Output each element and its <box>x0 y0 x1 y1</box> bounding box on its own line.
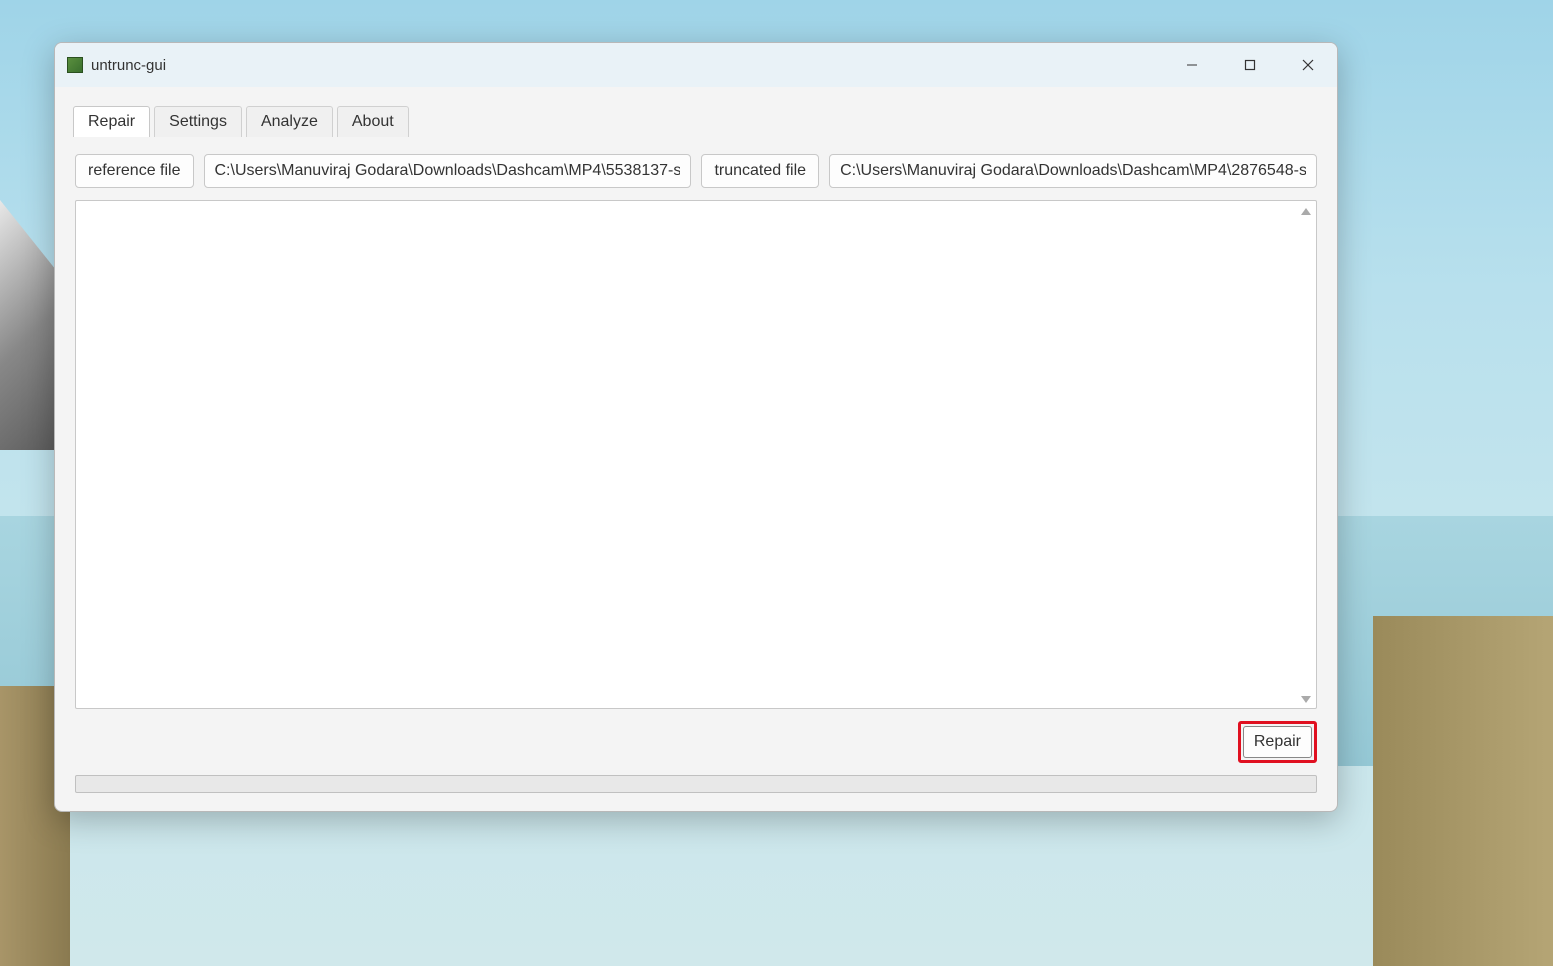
action-row: Repair <box>73 721 1319 763</box>
maximize-button[interactable] <box>1221 43 1279 87</box>
truncated-file-path[interactable] <box>829 154 1317 188</box>
window-title: untrunc-gui <box>91 57 166 74</box>
tab-analyze[interactable]: Analyze <box>246 106 333 137</box>
minimize-button[interactable] <box>1163 43 1221 87</box>
titlebar[interactable]: untrunc-gui <box>55 43 1337 87</box>
app-icon <box>67 57 83 73</box>
scroll-up-icon[interactable] <box>1300 205 1312 217</box>
output-textarea[interactable] <box>75 200 1317 709</box>
repair-button[interactable]: Repair <box>1243 726 1312 758</box>
window-controls <box>1163 43 1337 87</box>
repair-panel: reference file truncated file Repair <box>73 136 1319 793</box>
reference-file-button[interactable]: reference file <box>75 154 194 188</box>
truncated-file-button[interactable]: truncated file <box>701 154 819 188</box>
progress-bar <box>75 775 1317 793</box>
file-selection-row: reference file truncated file <box>73 154 1319 188</box>
tab-bar: Repair Settings Analyze About <box>73 105 1319 136</box>
minimize-icon <box>1186 59 1198 71</box>
reference-file-path[interactable] <box>204 154 692 188</box>
app-window: untrunc-gui Repair Settings Analyze Abou… <box>54 42 1338 812</box>
tab-about[interactable]: About <box>337 106 409 137</box>
close-icon <box>1302 59 1314 71</box>
content-area: Repair Settings Analyze About reference … <box>55 87 1337 811</box>
tab-repair[interactable]: Repair <box>73 106 150 137</box>
bg-reeds-right <box>1373 616 1553 966</box>
tab-settings[interactable]: Settings <box>154 106 242 137</box>
scroll-down-icon[interactable] <box>1300 692 1312 704</box>
repair-button-highlight: Repair <box>1238 721 1317 763</box>
close-button[interactable] <box>1279 43 1337 87</box>
maximize-icon <box>1244 59 1256 71</box>
